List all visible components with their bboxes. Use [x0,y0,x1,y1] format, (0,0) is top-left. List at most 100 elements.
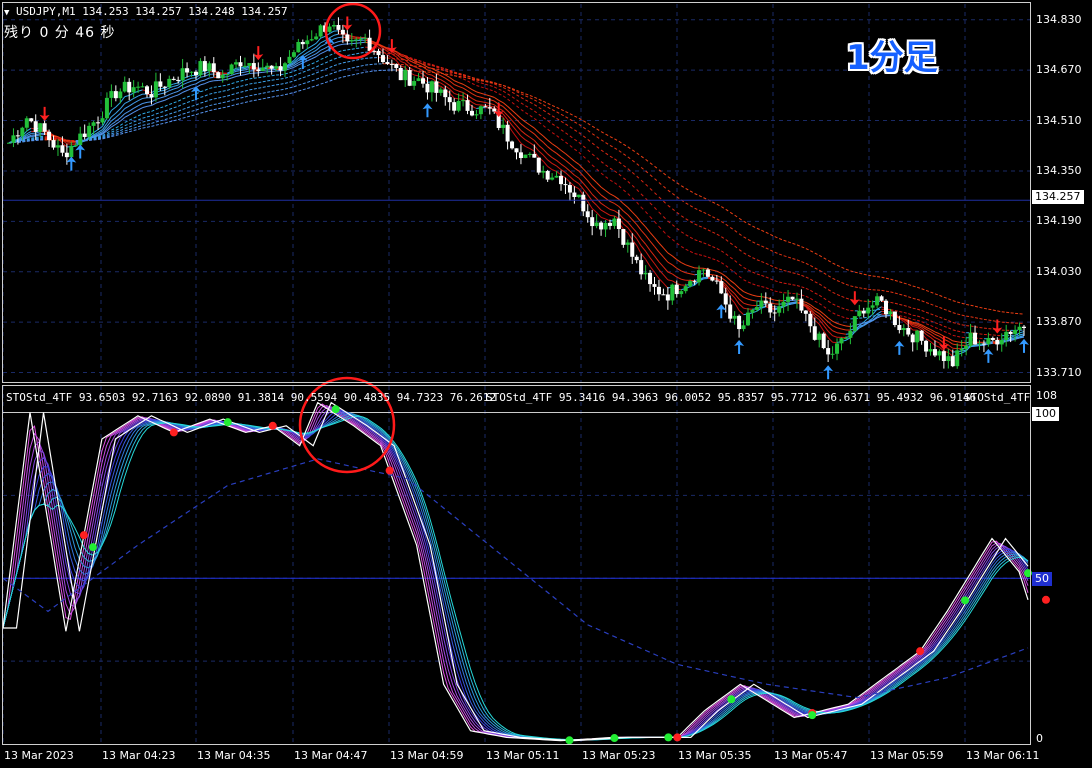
moving-average-segment [262,97,268,100]
sell-signal-dot [169,428,178,437]
moving-average-segment [957,301,962,304]
moving-average-segment [609,208,615,212]
moving-average-segment [129,124,134,128]
moving-average-segment [471,93,477,97]
moving-average-segment [654,192,660,198]
moving-average-segment [267,90,272,93]
moving-average-segment [182,82,188,86]
chart-canvas[interactable] [0,0,1092,768]
moving-average-segment [169,92,174,96]
moving-average-segment [164,117,170,121]
moving-average-segment [605,152,611,157]
moving-average-segment [560,108,566,112]
candle-body [518,152,523,159]
moving-average-segment [948,310,953,314]
moving-average-segment [418,71,424,75]
moving-average-segment [342,61,348,64]
moving-average-segment [636,163,642,168]
moving-average-segment [979,333,984,335]
moving-average-segment [560,163,566,168]
moving-average-segment [663,230,669,237]
moving-average-segment [792,258,798,261]
dropdown-triangle-icon[interactable]: ▼ [4,8,9,18]
moving-average-segment [663,274,669,281]
price-axis-label: 133.870 [1036,315,1082,329]
moving-average-segment [957,323,962,326]
moving-average-segment [841,266,847,270]
moving-average-segment [712,246,718,249]
moving-average-segment [823,306,829,311]
moving-average-segment [155,116,161,119]
moving-average-segment [680,215,686,220]
moving-average-segment [511,114,517,120]
moving-average-segment [551,132,557,136]
indicator-level-100: 100 [1032,407,1059,421]
up-arrow-icon [716,304,727,319]
moving-average-segment [342,49,348,52]
moving-average-segment [805,248,811,252]
candle-body [452,102,457,111]
moving-average-segment [204,77,210,81]
moving-average-segment [462,83,468,88]
candle-body [38,123,43,132]
moving-average-segment [827,326,833,332]
down-arrow-icon [342,16,353,31]
moving-average-segment [832,312,838,316]
moving-average-segment [119,113,126,119]
chart-window[interactable]: ▼ USDJPY,M1 134.253 134.257 134.248 134.… [0,0,1092,768]
moving-average-segment [155,101,161,104]
moving-average-segment [569,126,575,131]
moving-average-segment [124,123,130,127]
candle-body [999,340,1004,345]
moving-average-segment [743,252,749,256]
moving-average-segment [324,80,330,84]
moving-average-segment [485,104,490,107]
moving-average-segment [729,242,735,247]
moving-average-segment [743,267,749,271]
moving-average-segment [725,223,731,228]
moving-average-segment [280,94,286,97]
moving-average-segment [356,65,361,68]
moving-average-segment [498,93,504,97]
candle-body [51,140,56,148]
candle-body [278,66,283,71]
moving-average-segment [315,53,321,58]
moving-average-segment [311,72,317,76]
moving-average-segment [614,158,620,163]
moving-average-segment [226,88,232,91]
moving-average-segment [587,173,593,179]
moving-average-segment [640,193,646,199]
moving-average-segment [631,227,638,233]
moving-average-segment [311,85,317,88]
candle-body [612,218,617,226]
moving-average-segment [119,108,126,114]
candle-body [812,326,817,340]
moving-average-segment [128,107,134,112]
moving-average-segment [222,106,228,109]
moving-average-segment [146,115,152,118]
moving-average-segment [204,81,210,85]
moving-average-segment [298,89,303,92]
moving-average-segment [640,229,646,236]
moving-average-segment [836,264,842,268]
moving-average-segment [551,115,557,119]
moving-average-segment [992,309,998,312]
moving-average-segment [538,101,544,106]
moving-average-segment [516,136,522,144]
candle-body [274,66,279,69]
moving-average-segment [574,129,580,134]
moving-average-segment [703,211,709,215]
moving-average-segment [534,104,540,108]
moving-average-segment [213,103,219,106]
moving-average-segment [761,245,766,249]
moving-average-segment [329,34,335,39]
moving-average-segment [142,116,148,119]
moving-average-segment [623,153,629,158]
moving-average-segment [930,333,936,338]
moving-average-segment [631,159,638,165]
moving-average-segment [137,121,143,125]
moving-average-segment [934,340,940,344]
moving-average-segment [591,133,597,138]
candle-body [447,97,452,103]
moving-average-segment [627,207,633,213]
